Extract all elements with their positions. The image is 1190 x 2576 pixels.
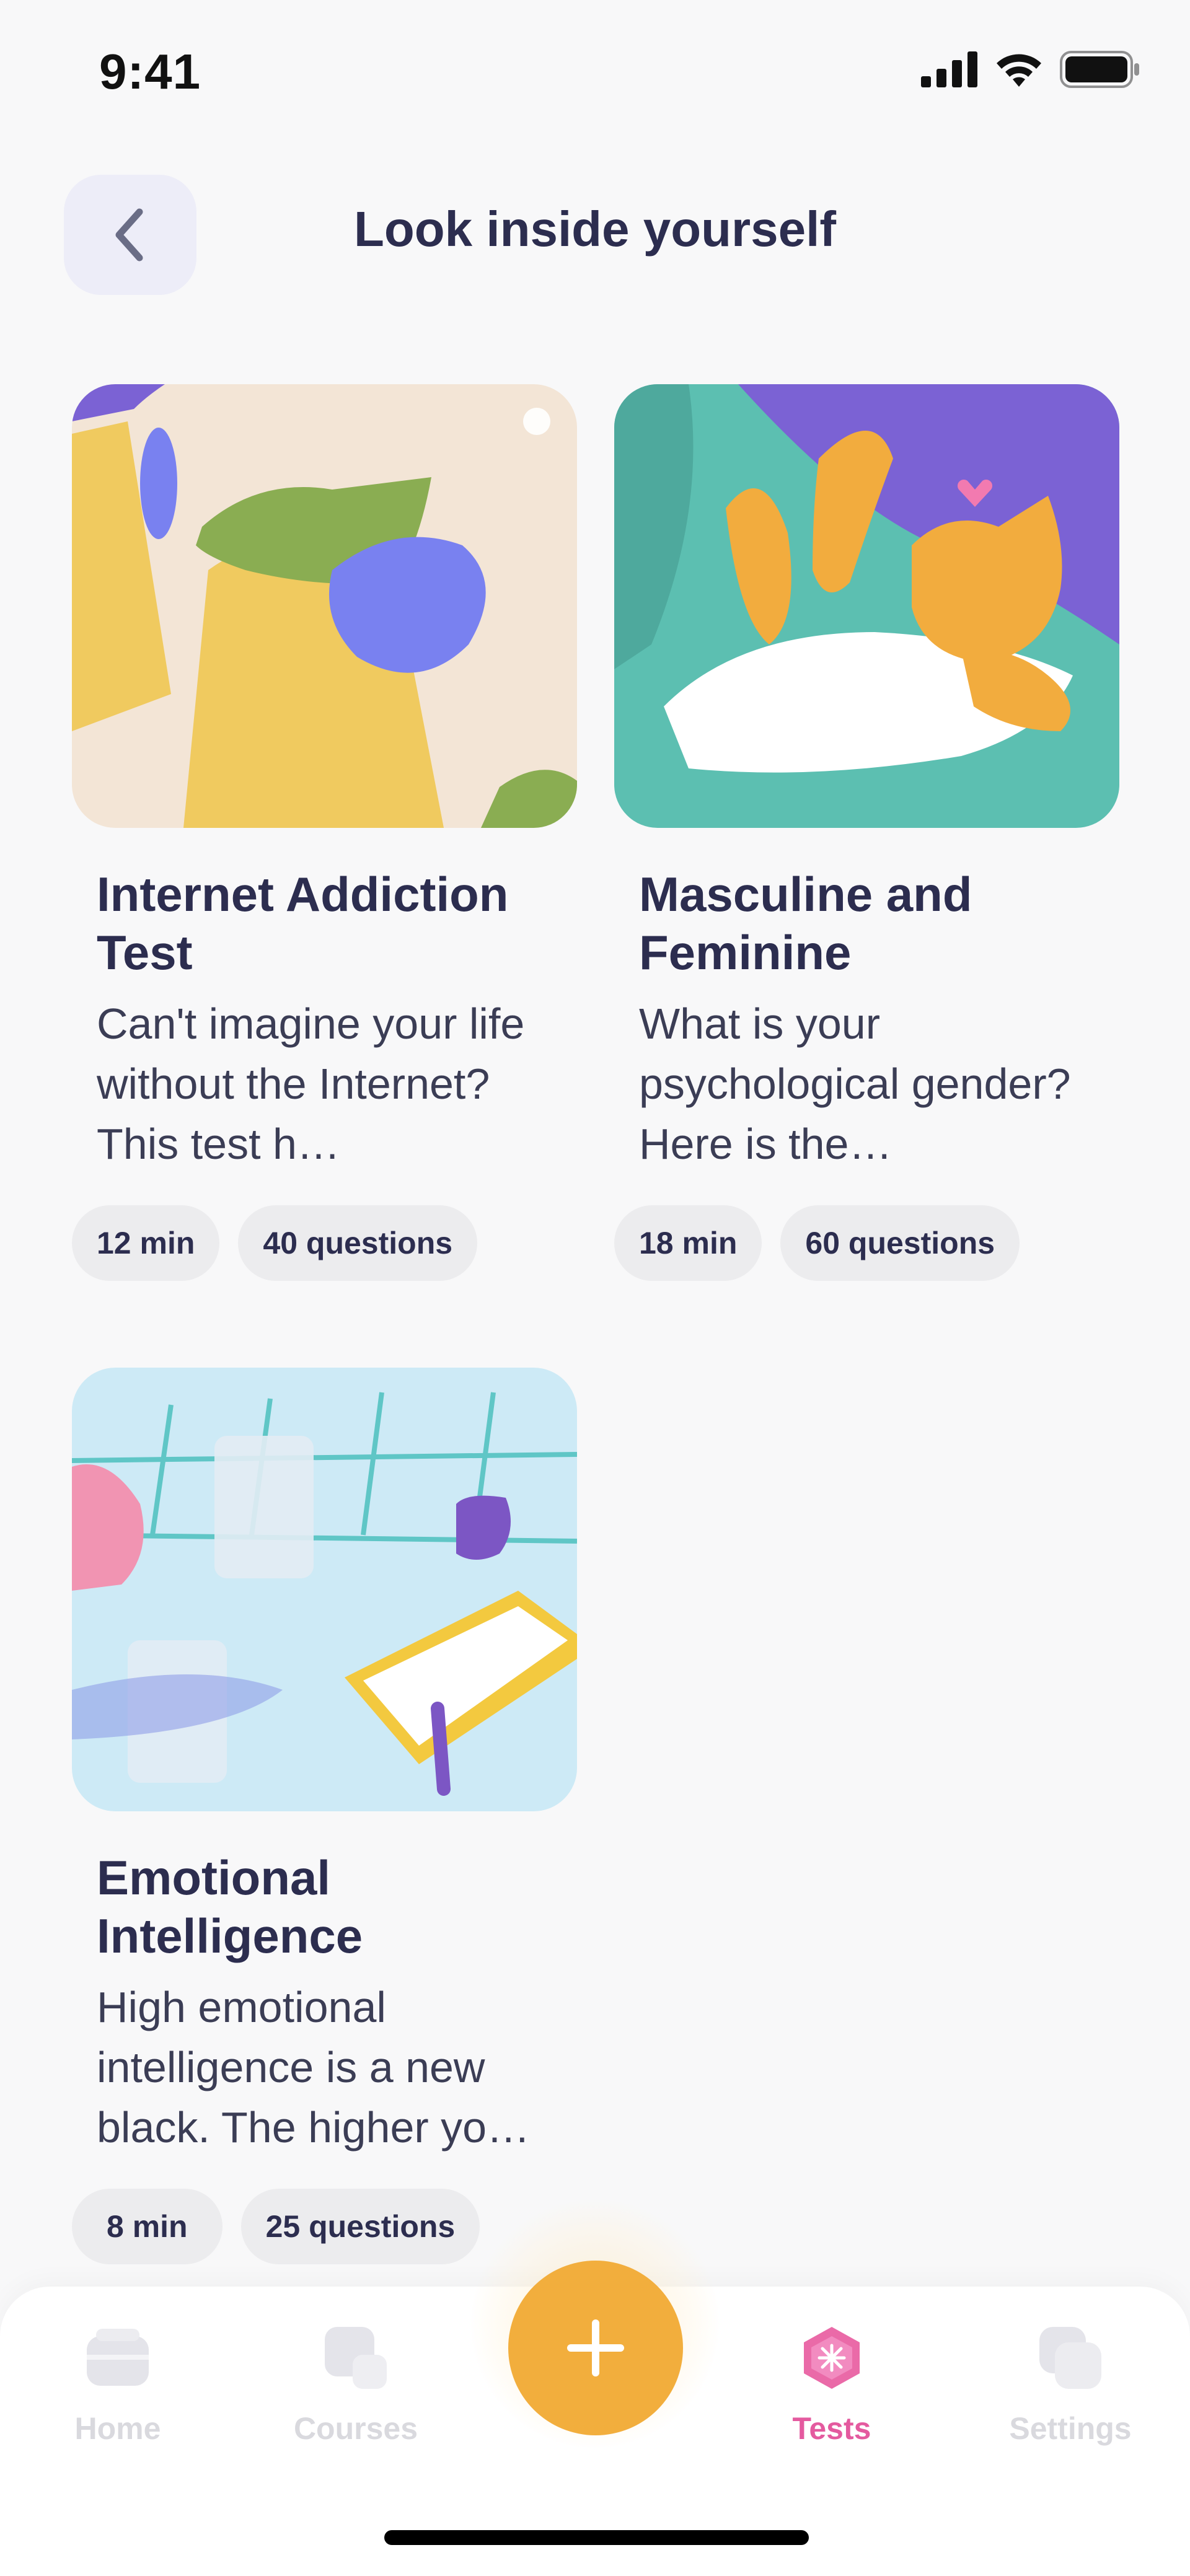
status-icons — [921, 51, 1140, 88]
plus-icon — [567, 2319, 624, 2376]
tab-label: Tests — [792, 2411, 871, 2446]
test-card-description: What is your psychological gender? Here … — [639, 1000, 1071, 1168]
duration-badge: 12 min — [72, 1205, 220, 1281]
page-title: Look inside yourself — [354, 201, 836, 257]
test-card-tags: 18 min 60 questions — [614, 1205, 1119, 1281]
tab-tests[interactable]: Tests — [739, 2324, 925, 2446]
test-card-title: Internet Addiction Test — [97, 867, 509, 980]
battery-icon — [1060, 51, 1139, 88]
test-card-title: Masculine and Feminine — [639, 867, 972, 980]
home-icon — [84, 2324, 152, 2392]
tab-home[interactable]: Home — [25, 2324, 211, 2446]
settings-icon — [1036, 2324, 1104, 2392]
add-button[interactable] — [508, 2261, 683, 2435]
home-indicator — [384, 2530, 809, 2545]
tab-settings[interactable]: Settings — [977, 2324, 1163, 2446]
duration-badge: 8 min — [72, 2189, 223, 2264]
status-time: 9:41 — [99, 44, 201, 99]
wifi-icon — [997, 54, 1041, 87]
test-card-image — [72, 384, 577, 828]
tab-label: Courses — [293, 2411, 418, 2446]
tab-courses[interactable]: Courses — [263, 2324, 449, 2446]
questions-badge: 40 questions — [238, 1205, 478, 1281]
test-card[interactable]: Internet Addiction Test Can't imagine yo… — [72, 384, 577, 1281]
test-card-image — [72, 1368, 577, 1811]
test-card-description: High emotional intelligence is a new bla… — [97, 1983, 531, 2152]
test-card-tags: 12 min 40 questions — [72, 1205, 577, 1281]
tests-icon — [798, 2324, 866, 2392]
tab-label: Home — [74, 2411, 161, 2446]
questions-badge: 25 questions — [240, 2189, 480, 2264]
tab-label: Settings — [1009, 2411, 1132, 2446]
test-card-description: Can't imagine your life without the Inte… — [97, 1000, 525, 1168]
questions-badge: 60 questions — [780, 1205, 1020, 1281]
test-card[interactable]: Masculine and Feminine What is your psyc… — [614, 384, 1119, 1281]
test-card[interactable]: Emotional Intelligence High emotional in… — [72, 1368, 577, 2264]
duration-badge: 18 min — [614, 1205, 762, 1281]
signal-icon — [921, 51, 977, 87]
status-bar: 9:41 — [0, 0, 1190, 143]
test-card-title: Emotional Intelligence — [97, 1850, 363, 1963]
courses-icon — [322, 2324, 390, 2392]
test-card-image — [614, 384, 1119, 828]
